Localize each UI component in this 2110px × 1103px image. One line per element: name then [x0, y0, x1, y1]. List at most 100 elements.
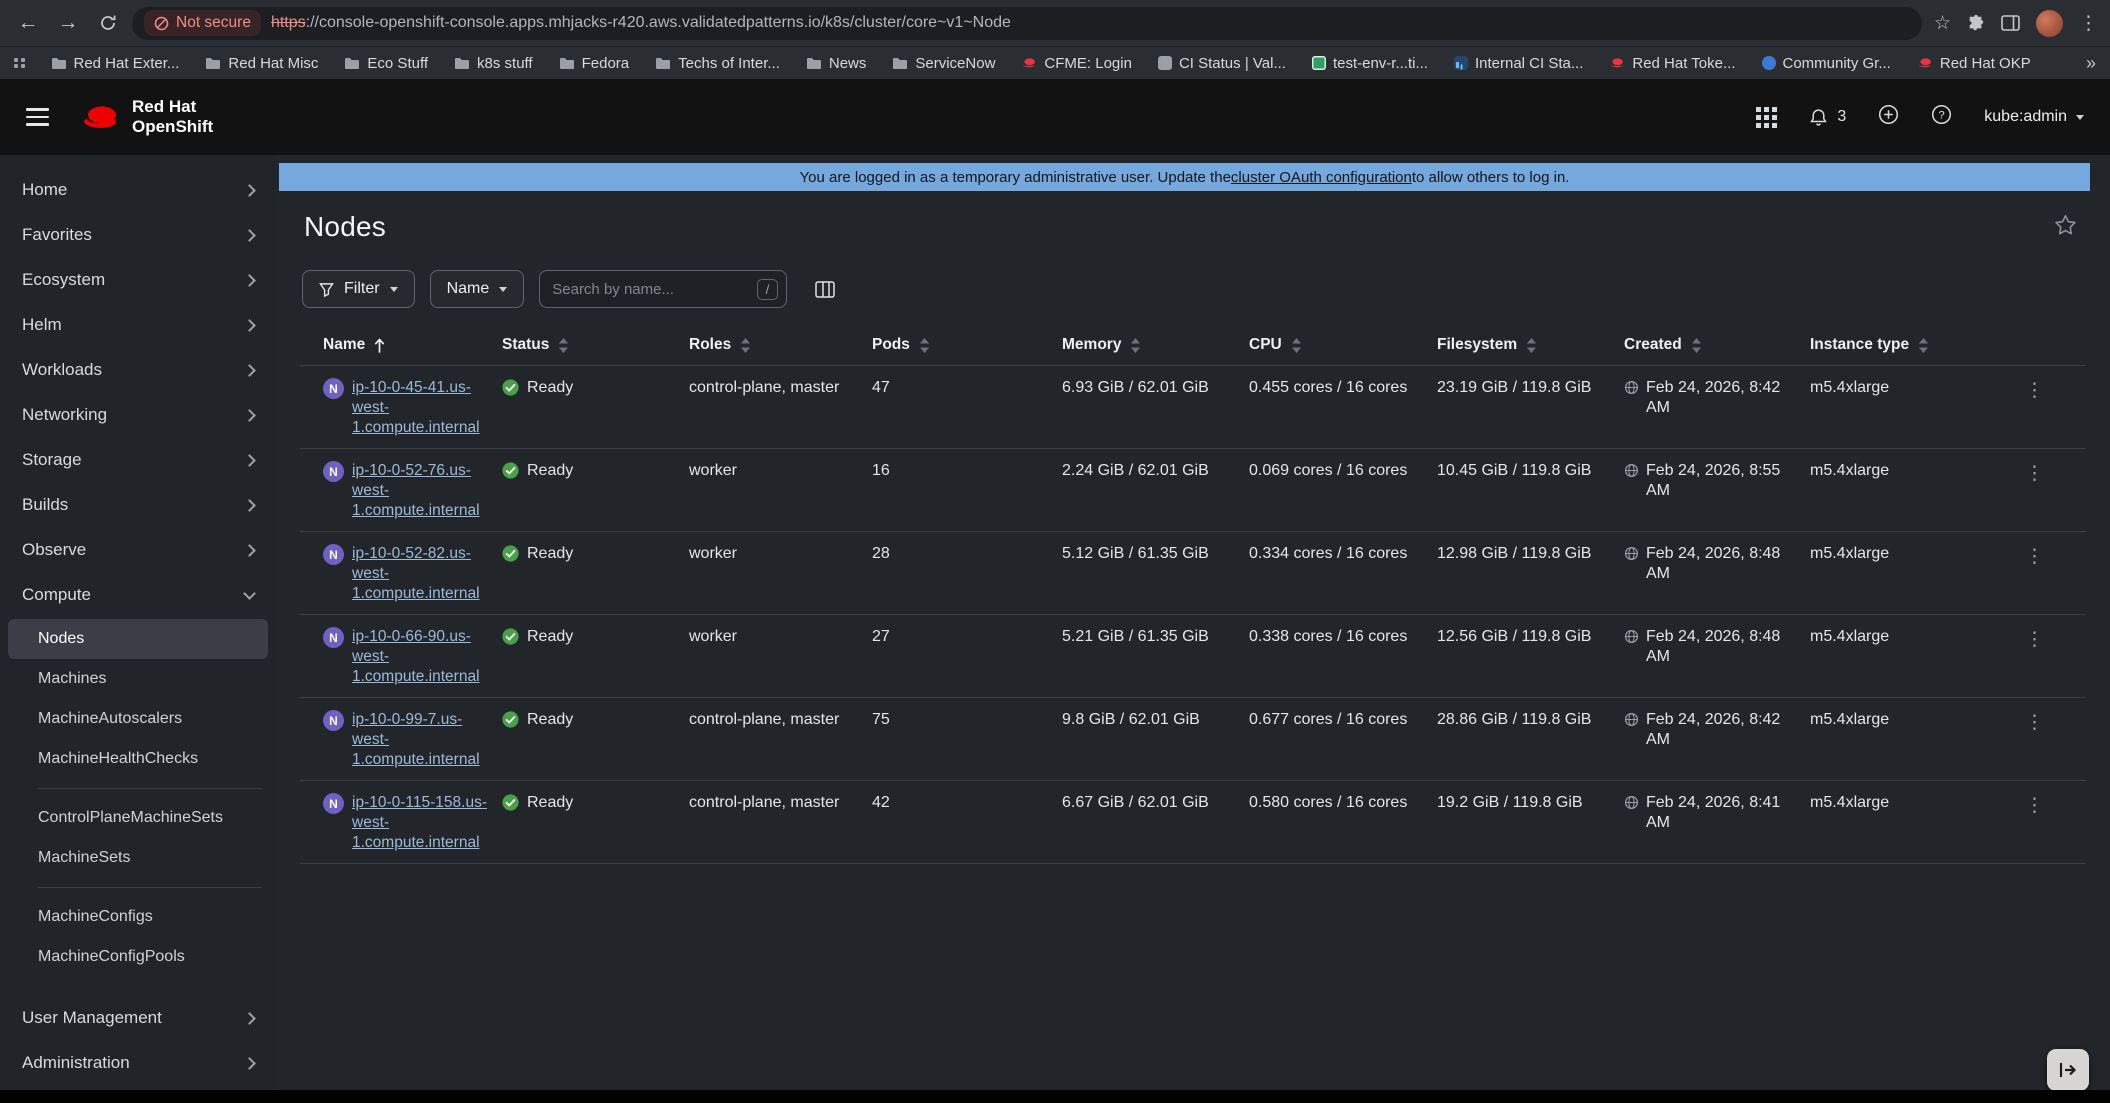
bookmark-label: Fedora — [582, 55, 630, 72]
back-button[interactable]: ← — [12, 7, 44, 39]
reload-button[interactable] — [92, 7, 124, 39]
bookmark-item[interactable]: News — [806, 55, 867, 72]
row-kebab-button[interactable]: ⋮ — [2025, 627, 2086, 649]
sidebar-item-label: Observe — [22, 540, 86, 560]
sidebar-item-machineconfigpools[interactable]: MachineConfigPools — [8, 937, 268, 977]
bookmarks-overflow-button[interactable]: » — [2086, 53, 2096, 74]
bookmark-item[interactable]: CFME: Login — [1021, 55, 1132, 72]
folder-icon — [892, 57, 908, 70]
security-chip[interactable]: Not secure — [144, 10, 261, 36]
bookmark-item[interactable]: ServiceNow — [892, 55, 995, 72]
sidebar-item-administration[interactable]: Administration — [0, 1040, 276, 1085]
sidebar-item-workloads[interactable]: Workloads — [0, 347, 276, 392]
sidebar-item-observe[interactable]: Observe — [0, 527, 276, 572]
sidebar-item-builds[interactable]: Builds — [0, 482, 276, 527]
filter-dropdown-button[interactable]: Filter — [302, 270, 415, 308]
user-menu[interactable]: kube:admin — [1984, 108, 2084, 126]
column-header-filesystem[interactable]: Filesystem — [1437, 336, 1624, 354]
sidebar-item-controlplanemachinesets[interactable]: ControlPlaneMachineSets — [8, 798, 268, 838]
nav-toggle-button[interactable] — [26, 108, 49, 126]
node-link[interactable]: ip-10-0-52-76.us-west-1.compute.internal — [352, 461, 488, 521]
bookmark-item[interactable]: Eco Stuff — [344, 55, 428, 72]
bookmark-item[interactable]: CI Status | Val... — [1158, 55, 1286, 72]
page-title: Nodes — [304, 211, 386, 243]
sidebar-item-label: Helm — [22, 315, 62, 335]
column-header-memory[interactable]: Memory — [1062, 336, 1249, 354]
roles-cell: worker — [689, 627, 872, 647]
bookmark-item[interactable]: Internal CI Sta... — [1454, 55, 1583, 72]
ready-status-icon — [502, 711, 519, 728]
help-button[interactable]: ? — [1931, 104, 1952, 130]
url-bar[interactable]: Not secure https://console-openshift-con… — [132, 7, 1922, 40]
add-button[interactable] — [1878, 104, 1899, 130]
assistant-button[interactable] — [2047, 1049, 2089, 1091]
node-link[interactable]: ip-10-0-45-41.us-west-1.compute.internal — [352, 378, 488, 438]
folder-icon — [344, 57, 360, 70]
oauth-config-link[interactable]: cluster OAuth configuration — [1231, 169, 1412, 186]
extensions-button[interactable] — [1967, 14, 1985, 32]
column-header-cpu[interactable]: CPU — [1249, 336, 1437, 354]
apps-shortcut-icon[interactable] — [14, 58, 25, 69]
sidebar-item-ecosystem[interactable]: Ecosystem — [0, 257, 276, 302]
browser-menu-button[interactable]: ⋮ — [2079, 12, 2098, 35]
column-header-name[interactable]: Name — [300, 336, 502, 354]
bookmark-item[interactable]: k8s stuff — [454, 55, 533, 72]
cpu-cell: 0.334 cores / 16 cores — [1249, 544, 1437, 564]
app-launcher-button[interactable] — [1756, 107, 1777, 128]
created-text: Feb 24, 2026, 8:42 AM — [1646, 378, 1788, 418]
node-link[interactable]: ip-10-0-52-82.us-west-1.compute.internal — [352, 544, 488, 604]
sort-icon — [919, 338, 930, 353]
bookmark-label: Red Hat Exter... — [74, 55, 180, 72]
filesystem-cell: 19.2 GiB / 119.8 GiB — [1437, 793, 1624, 813]
column-header-roles[interactable]: Roles — [689, 336, 872, 354]
notifications-button[interactable]: 3 — [1809, 108, 1846, 127]
bookmark-item[interactable]: Community Gr... — [1762, 55, 1891, 72]
pods-cell: 27 — [872, 627, 1062, 647]
sidebar-item-machines[interactable]: Machines — [8, 659, 268, 699]
sidebar-item-nodes[interactable]: Nodes — [8, 619, 268, 659]
sidebar-item-machineautoscalers[interactable]: MachineAutoscalers — [8, 699, 268, 739]
sidebar-item-machinehealthchecks[interactable]: MachineHealthChecks — [8, 739, 268, 779]
node-link[interactable]: ip-10-0-99-7.us-west-1.compute.internal — [352, 710, 488, 770]
bookmark-item[interactable]: Red Hat OKP — [1917, 55, 2031, 72]
sidebar-item-home[interactable]: Home — [0, 167, 276, 212]
profile-avatar[interactable] — [2036, 10, 2063, 37]
filesystem-cell: 23.19 GiB / 119.8 GiB — [1437, 378, 1624, 398]
bookmark-item[interactable]: Fedora — [559, 55, 630, 72]
bookmark-item[interactable]: Red Hat Exter... — [51, 55, 180, 72]
bookmark-item[interactable]: Red Hat Misc — [205, 55, 318, 72]
column-header-instance-type[interactable]: Instance type — [1810, 336, 2025, 354]
bookmark-item[interactable]: Red Hat Toke... — [1609, 55, 1735, 72]
cpu-cell: 0.069 cores / 16 cores — [1249, 461, 1437, 481]
sidebar-item-user-management[interactable]: User Management — [0, 995, 276, 1040]
sidebar-item-storage[interactable]: Storage — [0, 437, 276, 482]
sidebar-item-helm[interactable]: Helm — [0, 302, 276, 347]
sidebar-item-networking[interactable]: Networking — [0, 392, 276, 437]
node-link[interactable]: ip-10-0-115-158.us-west-1.compute.intern… — [352, 793, 488, 853]
node-link[interactable]: ip-10-0-66-90.us-west-1.compute.internal — [352, 627, 488, 687]
row-kebab-button[interactable]: ⋮ — [2025, 544, 2086, 566]
row-kebab-button[interactable]: ⋮ — [2025, 710, 2086, 732]
side-panel-button[interactable] — [2001, 15, 2020, 31]
forward-button[interactable]: → — [52, 7, 84, 39]
favorite-page-button[interactable] — [2053, 213, 2078, 242]
row-kebab-button[interactable]: ⋮ — [2025, 793, 2086, 815]
bookmark-item[interactable]: Techs of Inter... — [655, 55, 780, 72]
sidebar-item-compute[interactable]: Compute — [0, 572, 276, 617]
sidebar-item-favorites[interactable]: Favorites — [0, 212, 276, 257]
bookmark-label: Community Gr... — [1783, 55, 1891, 72]
column-header-status[interactable]: Status — [502, 336, 689, 354]
bookmark-star-button[interactable]: ☆ — [1934, 12, 1951, 35]
manage-columns-button[interactable] — [815, 281, 835, 298]
sidebar-item-machinesets[interactable]: MachineSets — [8, 838, 268, 878]
bookmark-item[interactable]: test-env-r...ti... — [1312, 55, 1428, 72]
search-input[interactable] — [552, 281, 756, 298]
generic-favicon-icon — [1158, 56, 1172, 70]
redhat-favicon-icon — [1609, 57, 1625, 69]
row-kebab-button[interactable]: ⋮ — [2025, 461, 2086, 483]
column-header-created[interactable]: Created — [1624, 336, 1810, 354]
name-dropdown-button[interactable]: Name — [430, 270, 525, 308]
column-header-pods[interactable]: Pods — [872, 336, 1062, 354]
row-kebab-button[interactable]: ⋮ — [2025, 378, 2086, 400]
sidebar-item-machineconfigs[interactable]: MachineConfigs — [8, 897, 268, 937]
